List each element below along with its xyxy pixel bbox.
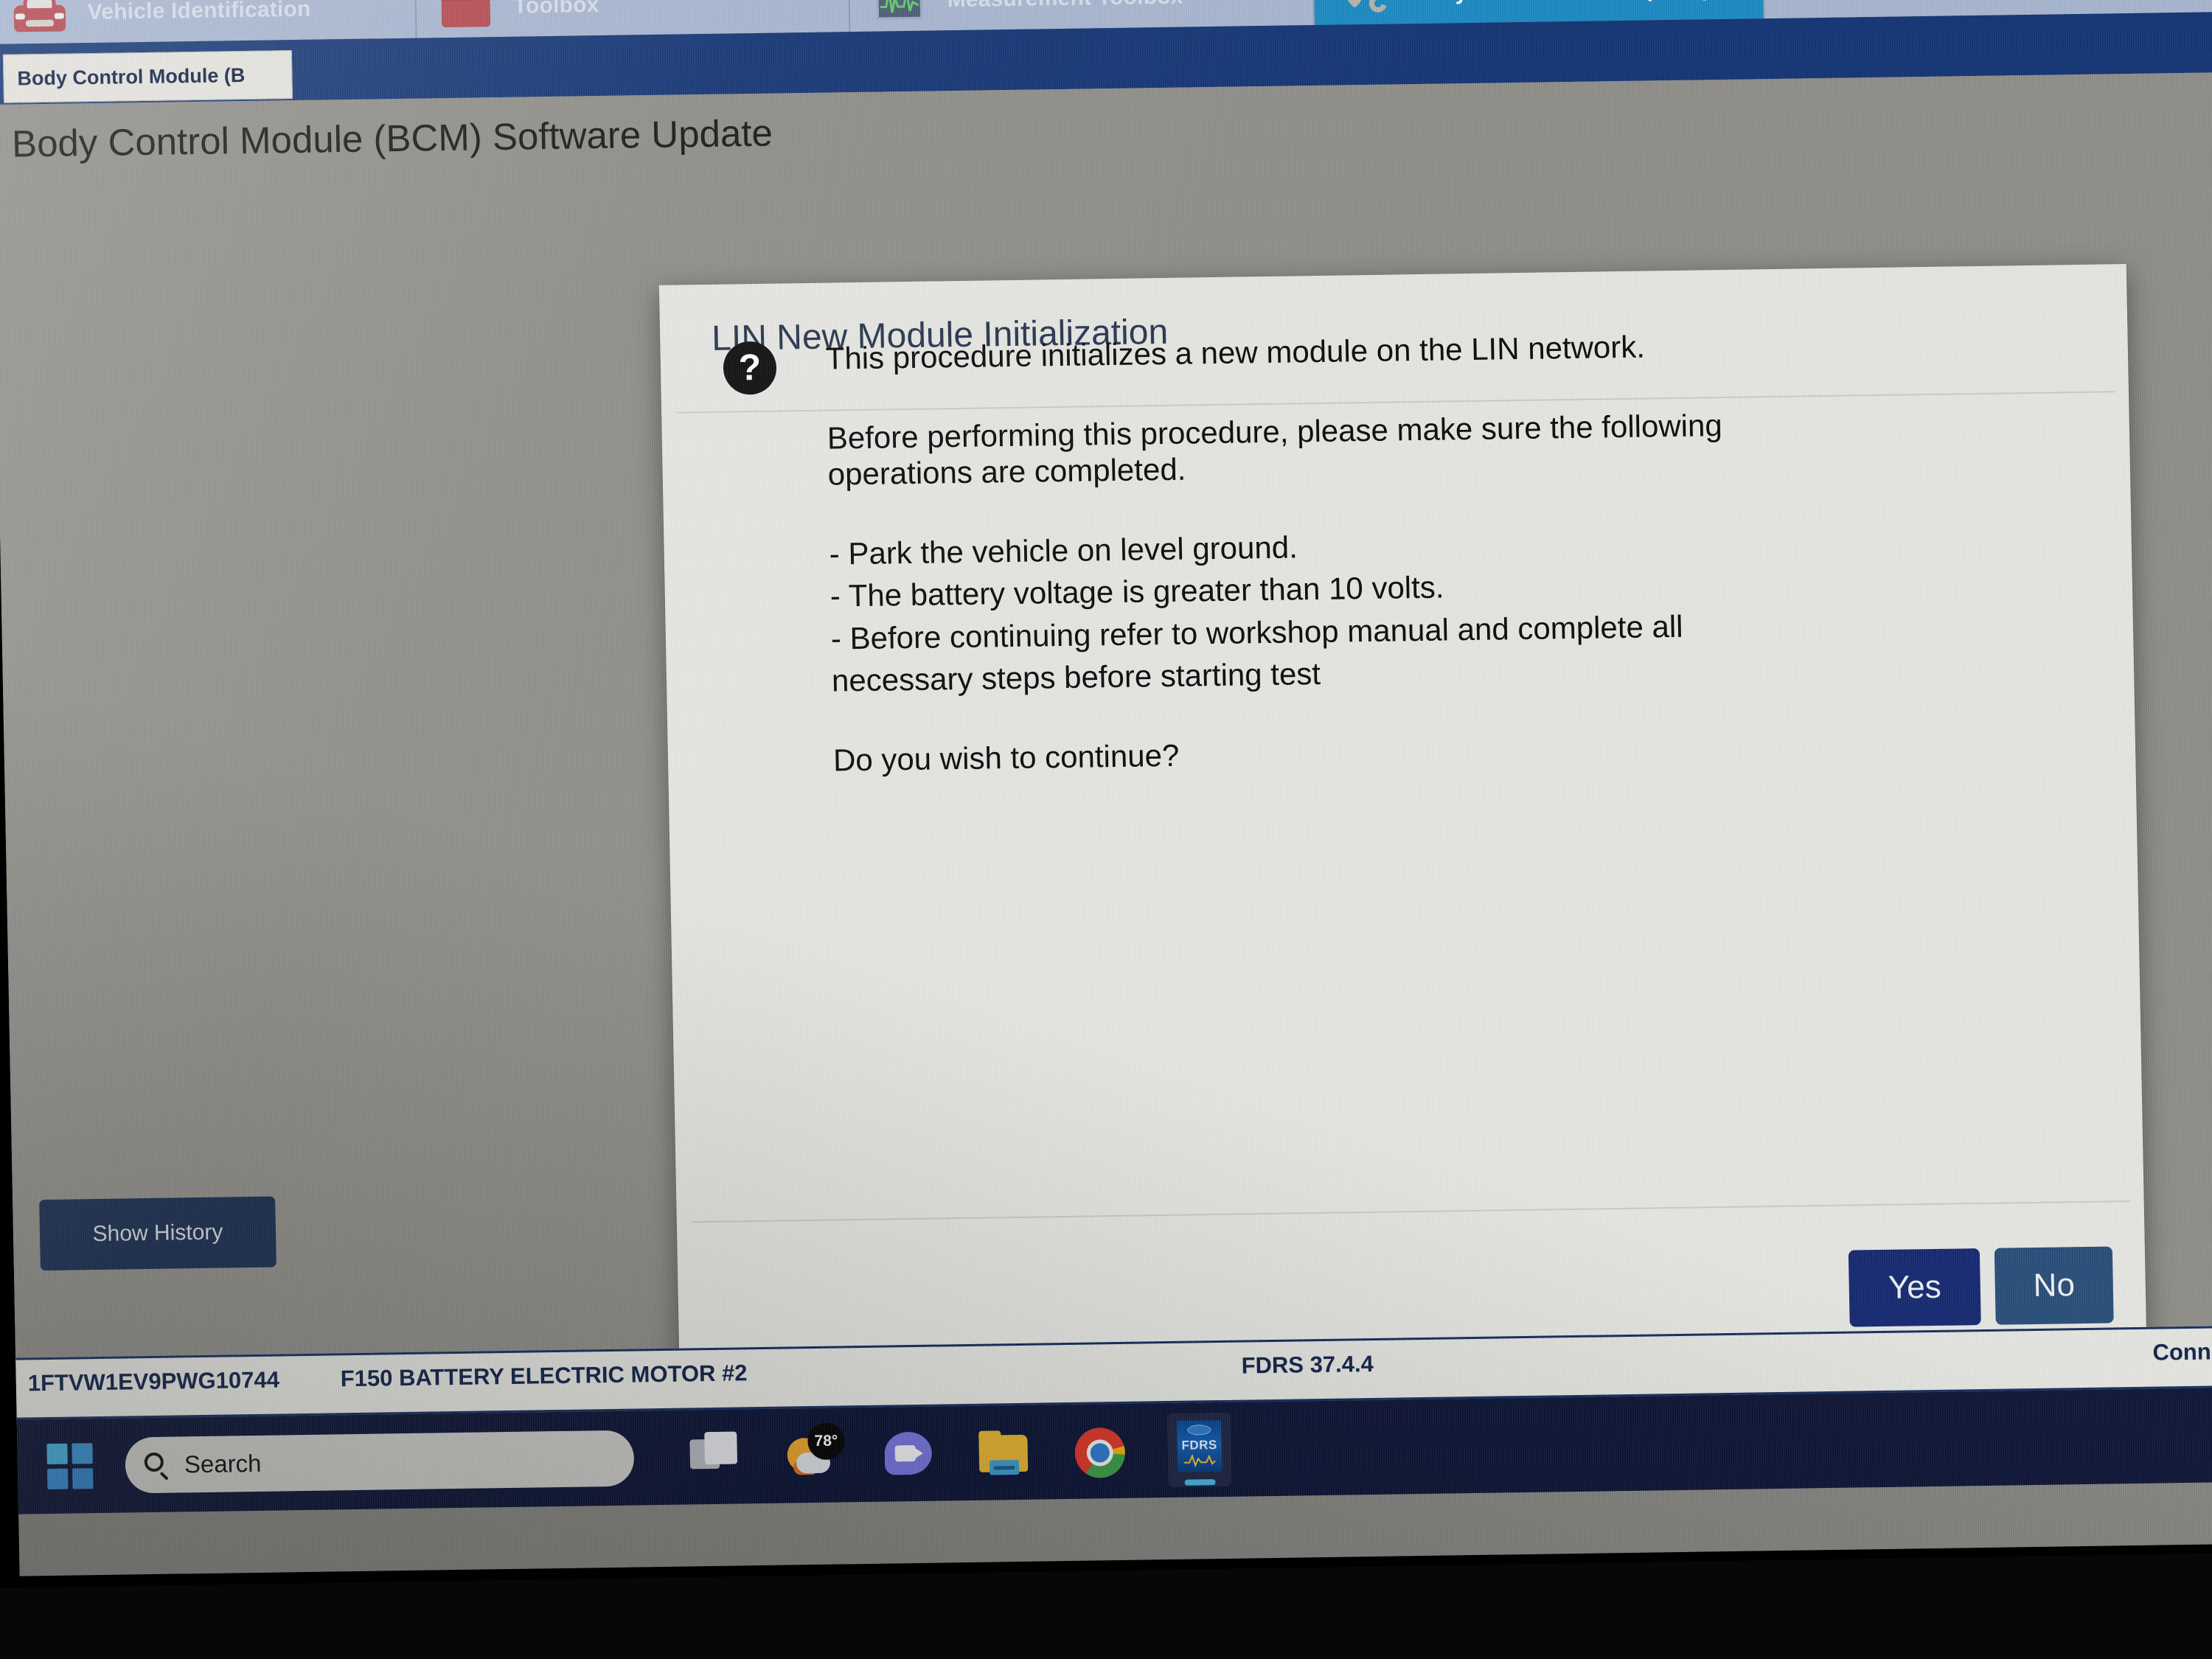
wrench-screwdriver-icon bbox=[1335, 0, 1393, 18]
connection-status: Connect bbox=[2152, 1338, 2212, 1366]
teams-icon[interactable] bbox=[880, 1426, 936, 1483]
tab-label: Toolbox bbox=[513, 0, 599, 18]
breadcrumb[interactable]: Body Control Module (B bbox=[2, 50, 293, 103]
search-input[interactable]: Search bbox=[125, 1430, 635, 1494]
version-label: FDRS 37.4.4 bbox=[1241, 1350, 1374, 1379]
toolbox-icon bbox=[437, 0, 495, 30]
laptop-screen: Vehicle Identification Toolbox Measureme… bbox=[0, 0, 2212, 1576]
vehicle-label: F150 BATTERY ELECTRIC MOTOR #2 bbox=[340, 1360, 748, 1392]
search-placeholder: Search bbox=[184, 1449, 262, 1478]
dialog-requirements-list: - Park the vehicle on level ground. - Th… bbox=[829, 518, 2070, 699]
show-history-button[interactable]: Show History bbox=[39, 1196, 276, 1271]
active-app-indicator bbox=[1184, 1479, 1216, 1486]
dialog-divider-bottom bbox=[691, 1200, 2131, 1223]
chrome-icon[interactable] bbox=[1071, 1423, 1128, 1480]
breadcrumb-label: Body Control Module (B bbox=[17, 63, 246, 89]
tab-label: Measurement Toolbox bbox=[947, 0, 1183, 13]
car-icon bbox=[10, 0, 69, 37]
fdrs-app-label: FDRS bbox=[1181, 1438, 1217, 1453]
tab-label: Vehicle Identification bbox=[87, 0, 311, 25]
tab-label: Body Control Module (BCM) bbox=[1411, 0, 1711, 6]
tab-vehicle-identification[interactable]: Vehicle Identification bbox=[0, 0, 417, 44]
fdrs-app-icon[interactable]: FDRS bbox=[1166, 1412, 1232, 1488]
weather-icon[interactable]: 78° bbox=[784, 1422, 845, 1484]
vin-label: 1FTVW1EV9PWG10744 bbox=[27, 1366, 280, 1397]
task-view-icon[interactable] bbox=[688, 1428, 745, 1485]
photographed-screen: Vehicle Identification Toolbox Measureme… bbox=[0, 0, 2212, 1659]
dialog-button-row: Yes No bbox=[1848, 1246, 2114, 1327]
waveform-trace bbox=[880, 0, 919, 13]
weather-temperature: 78° bbox=[807, 1422, 845, 1461]
windows-logo-icon[interactable] bbox=[46, 1443, 94, 1490]
no-button[interactable]: No bbox=[1994, 1246, 2114, 1325]
fdrs-waveform-icon bbox=[1184, 1453, 1216, 1467]
taskbar-icons: 78° FDRS bbox=[688, 1412, 1232, 1495]
page-title: Body Control Module (BCM) Software Updat… bbox=[11, 111, 773, 165]
file-explorer-icon[interactable] bbox=[975, 1425, 1032, 1481]
oscilloscope-icon bbox=[870, 0, 928, 24]
yes-button[interactable]: Yes bbox=[1848, 1248, 1981, 1327]
dialog-message: This procedure initializes a new module … bbox=[825, 322, 2072, 779]
search-icon bbox=[144, 1452, 170, 1481]
